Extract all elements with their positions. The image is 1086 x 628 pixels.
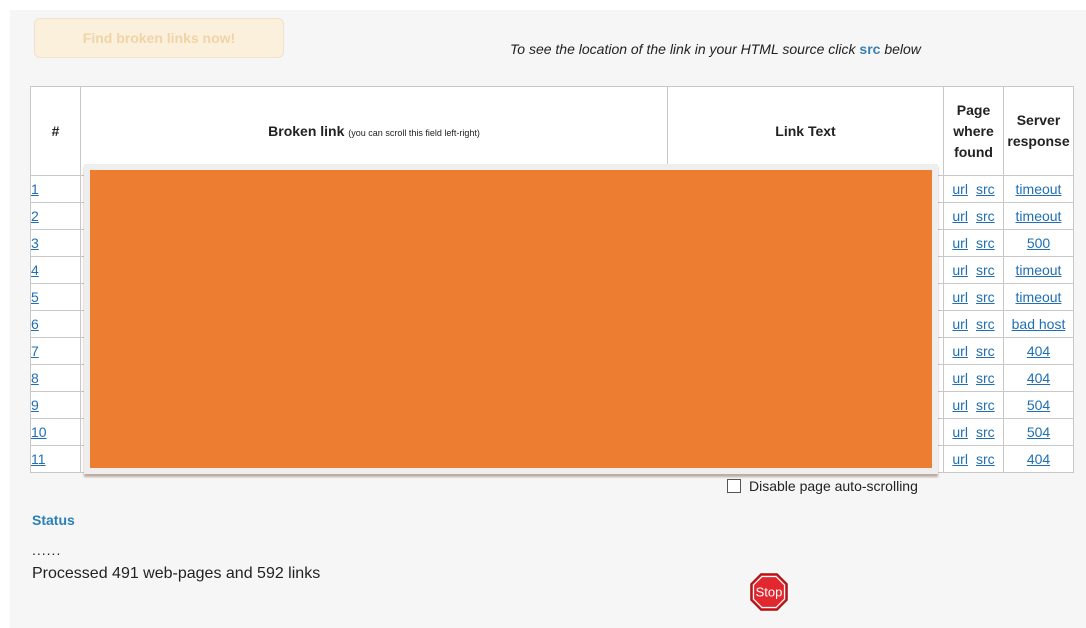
row-number-cell: 7 [30,337,81,365]
hint-src-keyword: src [859,41,881,57]
row-number-link[interactable]: 11 [31,451,46,467]
server-response-cell: 504 [1003,391,1074,419]
row-number-cell: 1 [30,175,81,203]
row-number-cell: 6 [30,310,81,338]
src-link[interactable]: src [976,316,995,332]
server-response-link[interactable]: timeout [1016,208,1062,224]
row-number-link[interactable]: 3 [31,235,39,251]
src-link[interactable]: src [976,370,995,386]
col-header-page-where-found: Page where found [943,86,1004,176]
row-number-link[interactable]: 8 [31,370,39,386]
col-header-num: # [30,86,81,176]
row-number-cell: 5 [30,283,81,311]
broken-link-note: (you can scroll this field left-right) [348,128,480,138]
src-link[interactable]: src [976,343,995,359]
src-link[interactable]: src [976,289,995,305]
server-response-cell: 404 [1003,445,1074,473]
row-number-cell: 2 [30,202,81,230]
table-header-row: # Broken link (you can scroll this field… [30,86,1074,176]
col-header-broken-link: Broken link (you can scroll this field l… [80,86,668,176]
url-link[interactable]: url [952,181,968,197]
page-where-found-cell: url src [943,418,1004,446]
row-number-link[interactable]: 10 [31,424,47,440]
url-link[interactable]: url [952,343,968,359]
page-where-found-cell: url src [943,283,1004,311]
url-link[interactable]: url [952,262,968,278]
row-number-cell: 4 [30,256,81,284]
page-where-found-cell: url src [943,364,1004,392]
server-response-link[interactable]: 404 [1027,451,1050,467]
status-progress-dots: ...... [32,542,62,558]
row-number-link[interactable]: 2 [31,208,39,224]
row-number-cell: 11 [30,445,81,473]
server-response-link[interactable]: 500 [1027,235,1050,251]
row-number-link[interactable]: 9 [31,397,39,413]
server-response-cell: bad host [1003,310,1074,338]
server-response-cell: timeout [1003,283,1074,311]
url-link[interactable]: url [952,208,968,224]
row-number-link[interactable]: 4 [31,262,39,278]
server-response-cell: timeout [1003,202,1074,230]
src-link[interactable]: src [976,424,995,440]
main-panel: Find broken links now! To see the locati… [10,10,1086,628]
server-response-cell: 504 [1003,418,1074,446]
server-response-link[interactable]: timeout [1016,262,1062,278]
row-number-link[interactable]: 6 [31,316,39,332]
status-heading: Status [32,512,75,528]
stop-label: Stop [756,585,783,600]
row-number-link[interactable]: 7 [31,343,39,359]
find-broken-links-button[interactable]: Find broken links now! [34,18,284,58]
auto-scroll-option[interactable]: Disable page auto-scrolling [727,478,918,494]
src-link[interactable]: src [976,262,995,278]
url-link[interactable]: url [952,397,968,413]
server-response-link[interactable]: 404 [1027,370,1050,386]
row-number-cell: 10 [30,418,81,446]
server-response-cell: timeout [1003,256,1074,284]
server-response-link[interactable]: bad host [1012,316,1066,332]
auto-scroll-label: Disable page auto-scrolling [749,478,918,494]
page-where-found-cell: url src [943,202,1004,230]
server-response-cell: 500 [1003,229,1074,257]
server-response-cell: timeout [1003,175,1074,203]
page-where-found-cell: url src [943,256,1004,284]
server-response-link[interactable]: 504 [1027,424,1050,440]
row-number-cell: 9 [30,391,81,419]
col-header-server-response: Server response [1003,86,1074,176]
row-number-link[interactable]: 1 [31,181,39,197]
src-link[interactable]: src [976,208,995,224]
url-link[interactable]: url [952,316,968,332]
auto-scroll-checkbox[interactable] [727,479,741,493]
server-response-cell: 404 [1003,337,1074,365]
url-link[interactable]: url [952,370,968,386]
page-where-found-cell: url src [943,445,1004,473]
row-number-cell: 8 [30,364,81,392]
row-number-cell: 3 [30,229,81,257]
page-where-found-cell: url src [943,337,1004,365]
url-link[interactable]: url [952,289,968,305]
page-where-found-cell: url src [943,229,1004,257]
url-link[interactable]: url [952,424,968,440]
row-number-link[interactable]: 5 [31,289,39,305]
col-header-link-text: Link Text [667,86,944,176]
server-response-link[interactable]: timeout [1016,289,1062,305]
src-hint-text: To see the location of the link in your … [510,41,921,57]
status-message: Processed 491 web-pages and 592 links [32,565,321,582]
src-link[interactable]: src [976,451,995,467]
url-link[interactable]: url [952,235,968,251]
page-where-found-cell: url src [943,391,1004,419]
server-response-link[interactable]: 504 [1027,397,1050,413]
src-link[interactable]: src [976,235,995,251]
page-where-found-cell: url src [943,175,1004,203]
src-link[interactable]: src [976,397,995,413]
url-link[interactable]: url [952,451,968,467]
redaction-overlay [84,164,938,474]
server-response-cell: 404 [1003,364,1074,392]
server-response-link[interactable]: timeout [1016,181,1062,197]
page-where-found-cell: url src [943,310,1004,338]
server-response-link[interactable]: 404 [1027,343,1050,359]
stop-button[interactable]: Stop [750,573,788,611]
src-link[interactable]: src [976,181,995,197]
